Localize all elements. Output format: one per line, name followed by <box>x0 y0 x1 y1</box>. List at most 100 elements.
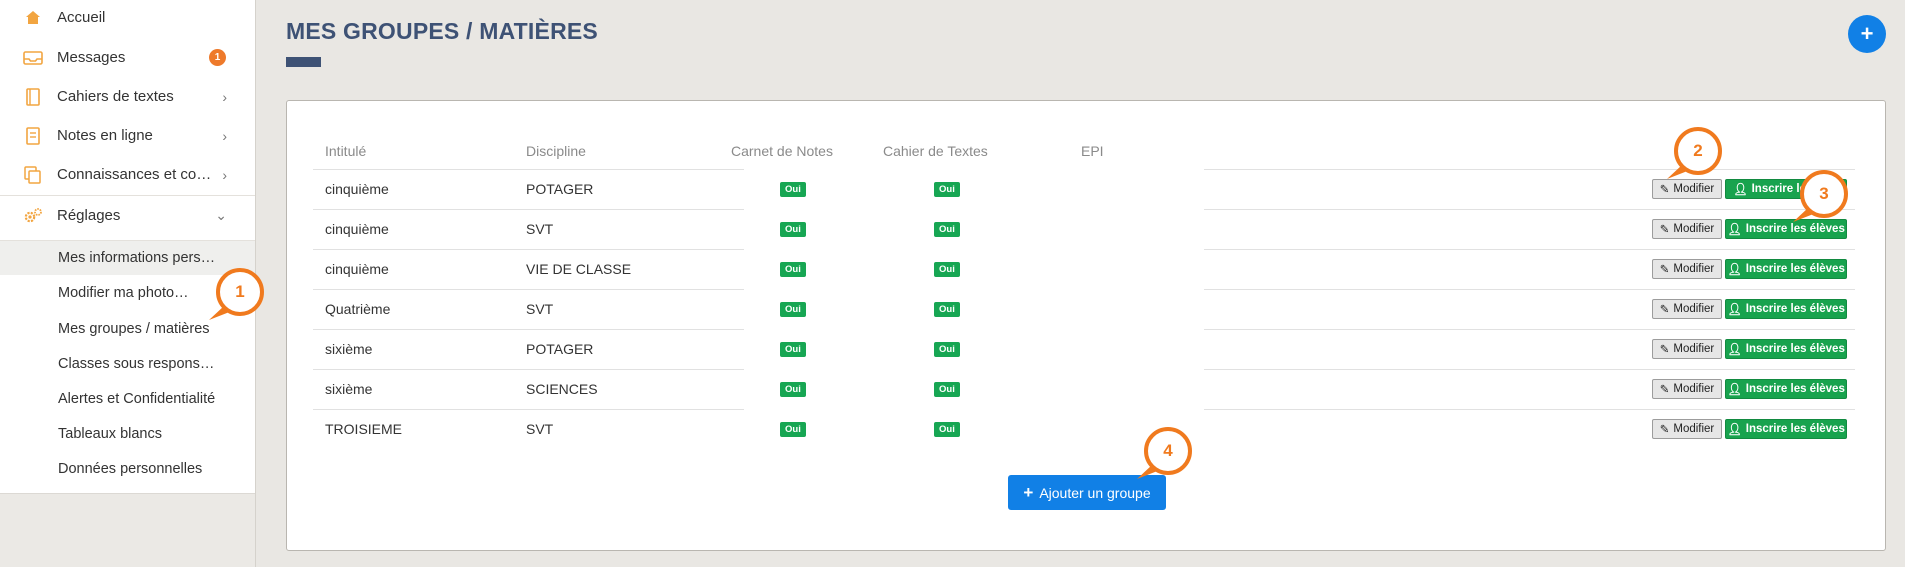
add-group-label: Ajouter un groupe <box>1039 484 1151 501</box>
callout-marker-1: 1 <box>209 268 265 320</box>
cahier-status-badge: Oui <box>934 302 960 317</box>
carnet-status-badge: Oui <box>780 222 806 237</box>
modifier-label: Modifier <box>1673 423 1715 435</box>
notes-icon <box>22 126 44 146</box>
sidebar-item-label: Messages <box>57 49 126 66</box>
pencil-icon: ✎ <box>1659 304 1670 316</box>
pencil-icon: ✎ <box>1659 344 1670 356</box>
chevron-right-icon: › <box>222 88 227 105</box>
sub-item-label: Tableaux blancs <box>58 426 162 442</box>
sidebar-item-label: Réglages <box>57 207 121 224</box>
sidebar-item-connaissances[interactable]: Connaissances et comp… › <box>0 155 255 194</box>
sidebar-item-notes[interactable]: Notes en ligne › <box>0 116 255 155</box>
modifier-button[interactable]: ✎ Modifier <box>1652 259 1722 279</box>
modifier-button[interactable]: ✎ Modifier <box>1652 379 1722 399</box>
sidebar-sub-item-alertes[interactable]: Alertes et Confidentialité <box>0 382 255 416</box>
pencil-icon: ✎ <box>1659 424 1670 436</box>
sidebar-item-label: Accueil <box>57 9 106 26</box>
user-icon: 👤︎ <box>1727 344 1742 356</box>
column-header-carnet[interactable]: Carnet de Notes <box>731 143 833 159</box>
sidebar-item-accueil[interactable]: Accueil <box>0 0 255 37</box>
modifier-label: Modifier <box>1673 383 1715 395</box>
callout-marker-3: 3 <box>1793 170 1849 222</box>
row-divider <box>313 369 744 370</box>
sidebar-sub-item-tableaux[interactable]: Tableaux blancs <box>0 417 255 451</box>
column-header-discipline[interactable]: Discipline <box>526 143 586 159</box>
callout-number: 3 <box>1819 184 1829 203</box>
cell-discipline: VIE DE CLASSE <box>526 261 632 277</box>
modifier-button[interactable]: ✎ Modifier <box>1652 219 1722 239</box>
user-icon: 👤︎ <box>1733 184 1748 196</box>
modifier-button[interactable]: ✎ Modifier <box>1652 339 1722 359</box>
pencil-icon: ✎ <box>1659 384 1670 396</box>
cell-intitule: Quatrième <box>325 301 391 317</box>
table-row: cinquième VIE DE CLASSE Oui Oui ✎ Modifie… <box>313 249 1855 289</box>
title-underline <box>286 57 321 67</box>
table-row: Quatrième SVT Oui Oui ✎ Modifier 👤︎ Inscri… <box>313 289 1855 329</box>
inscrire-label: Inscrire les élèves <box>1745 263 1845 275</box>
sub-item-label: Classes sous responsa… <box>58 356 220 372</box>
copy-icon <box>22 165 44 185</box>
table-row: TROISIEME SVT Oui Oui ✎ Modifier 👤︎ Inscri… <box>313 409 1855 449</box>
pencil-icon: ✎ <box>1659 264 1670 276</box>
pencil-icon: ✎ <box>1659 224 1670 236</box>
column-header-intitule[interactable]: Intitulé <box>325 143 366 159</box>
cell-intitule: cinquième <box>325 181 389 197</box>
chevron-right-icon: › <box>222 166 227 183</box>
row-divider <box>313 289 744 290</box>
table-header: Intitulé Discipline Carnet de Notes Cahi… <box>313 135 1855 169</box>
carnet-status-badge: Oui <box>780 262 806 277</box>
row-divider <box>1204 369 1855 370</box>
table-row: cinquième SVT Oui Oui ✎ Modifier 👤︎ Inscri… <box>313 209 1855 249</box>
modifier-button[interactable]: ✎ Modifier <box>1652 299 1722 319</box>
modifier-label: Modifier <box>1673 343 1715 355</box>
cell-intitule: cinquième <box>325 221 389 237</box>
callout-number: 4 <box>1163 441 1173 460</box>
cell-discipline: SVT <box>526 421 554 437</box>
sub-item-label: Modifier ma photo… <box>58 285 189 301</box>
modifier-button[interactable]: ✎ Modifier <box>1652 419 1722 439</box>
table-row: sixième SCIENCES Oui Oui ✎ Modifier 👤︎ Ins… <box>313 369 1855 409</box>
row-divider <box>313 169 744 170</box>
inscrire-eleves-button[interactable]: 👤︎ Inscrire les élèves <box>1725 339 1847 359</box>
inscrire-eleves-button[interactable]: 👤︎ Inscrire les élèves <box>1725 299 1847 319</box>
column-header-epi[interactable]: EPI <box>1081 143 1104 159</box>
callout-marker-4: 4 <box>1137 427 1193 479</box>
inscrire-eleves-button[interactable]: 👤︎ Inscrire les élèves <box>1725 419 1847 439</box>
row-divider <box>313 249 744 250</box>
user-icon: 👤︎ <box>1727 424 1742 436</box>
carnet-status-badge: Oui <box>780 182 806 197</box>
column-header-cahier[interactable]: Cahier de Textes <box>883 143 988 159</box>
cahier-status-badge: Oui <box>934 382 960 397</box>
sidebar-sub-item-donnees[interactable]: Données personnelles <box>0 452 255 486</box>
user-icon: 👤︎ <box>1727 384 1742 396</box>
sidebar-item-reglages[interactable]: Réglages ⌄ <box>0 196 255 235</box>
sub-item-label: Alertes et Confidentialité <box>58 391 216 407</box>
inscrire-eleves-button[interactable]: 👤︎ Inscrire les élèves <box>1725 379 1847 399</box>
sidebar-footer-area <box>0 493 255 567</box>
sub-item-label: Mes informations perso… <box>58 250 220 266</box>
add-button[interactable]: + <box>1848 15 1886 53</box>
inscrire-eleves-button[interactable]: 👤︎ Inscrire les élèves <box>1725 259 1847 279</box>
chevron-right-icon: › <box>222 127 227 144</box>
cell-discipline: SCIENCES <box>526 381 598 397</box>
table-row: sixième POTAGER Oui Oui ✎ Modifier 👤︎ Insc… <box>313 329 1855 369</box>
cahier-status-badge: Oui <box>934 342 960 357</box>
user-icon: 👤︎ <box>1727 224 1742 236</box>
cahier-status-badge: Oui <box>934 422 960 437</box>
sub-item-label: Données personnelles <box>58 461 203 477</box>
sidebar-sub-item-classes[interactable]: Classes sous responsa… <box>0 347 255 381</box>
row-divider <box>1204 289 1855 290</box>
chevron-down-icon: ⌄ <box>215 207 227 223</box>
cahier-status-badge: Oui <box>934 222 960 237</box>
sidebar-item-cahiers[interactable]: Cahiers de textes › <box>0 77 255 116</box>
callout-marker-2: 2 <box>1667 127 1723 179</box>
cahier-status-badge: Oui <box>934 262 960 277</box>
inscrire-label: Inscrire les élèves <box>1745 343 1845 355</box>
sidebar-item-messages[interactable]: Messages 1 <box>0 38 255 77</box>
row-divider <box>313 329 744 330</box>
user-icon: 👤︎ <box>1727 264 1742 276</box>
page-title: MES GROUPES / MATIÈRES <box>286 18 598 44</box>
sidebar-item-label: Connaissances et comp… <box>57 166 217 183</box>
carnet-status-badge: Oui <box>780 422 806 437</box>
